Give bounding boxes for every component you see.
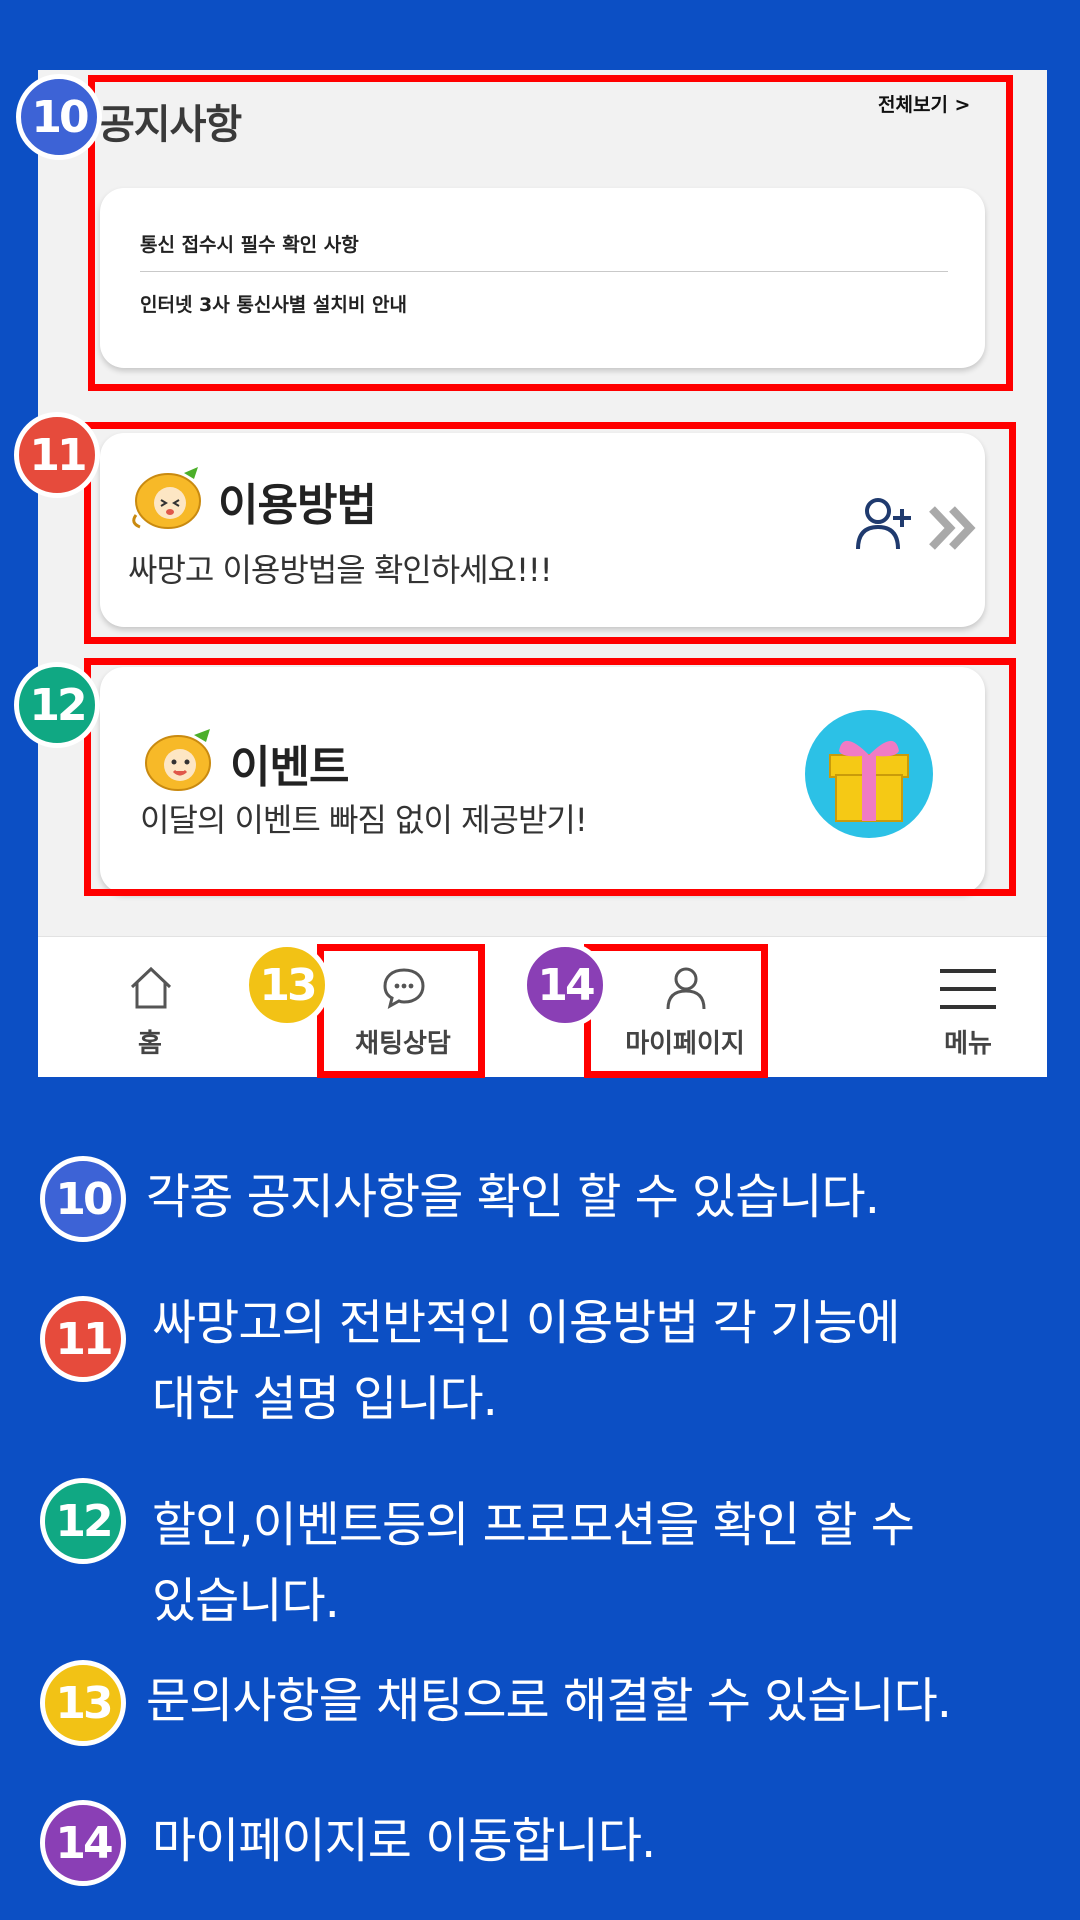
description-11-line1: 싸망고의 전반적인 이용방법 각 기능에: [152, 1295, 901, 1351]
hamburger-menu-icon: [938, 967, 998, 1011]
description-13: 문의사항을 채팅으로 해결할 수 있습니다.: [146, 1673, 952, 1729]
desc-badge-10: 10: [40, 1156, 126, 1242]
highlight-box-usage: [84, 422, 1016, 644]
desc-badge-12: 12: [40, 1478, 126, 1564]
nav-home-label: 홈: [138, 1029, 162, 1059]
badge-14: 14: [522, 942, 608, 1028]
highlight-box-mypage: [584, 944, 768, 1078]
nav-menu[interactable]: 메뉴: [918, 965, 1018, 1065]
description-14: 마이페이지로 이동합니다.: [152, 1813, 656, 1869]
description-12-line2: 있습니다.: [152, 1573, 340, 1629]
description-12-line1: 할인,이벤트등의 프로모션을 확인 할 수: [152, 1497, 915, 1553]
nav-menu-label: 메뉴: [944, 1029, 992, 1059]
badge-11: 11: [14, 412, 100, 498]
nav-home[interactable]: 홈: [98, 965, 202, 1065]
highlight-box-notice: [88, 75, 1013, 391]
desc-badge-13: 13: [40, 1660, 126, 1746]
desc-badge-11: 11: [40, 1296, 126, 1382]
description-10: 각종 공지사항을 확인 할 수 있습니다.: [146, 1169, 880, 1225]
badge-12: 12: [14, 662, 100, 748]
badge-13: 13: [244, 942, 330, 1028]
home-icon: [128, 965, 174, 1011]
highlight-box-event: [84, 658, 1016, 896]
desc-badge-14: 14: [40, 1800, 126, 1886]
badge-10: 10: [16, 74, 102, 160]
description-11-line2: 대한 설명 입니다.: [152, 1371, 498, 1427]
highlight-box-chat: [317, 944, 485, 1078]
